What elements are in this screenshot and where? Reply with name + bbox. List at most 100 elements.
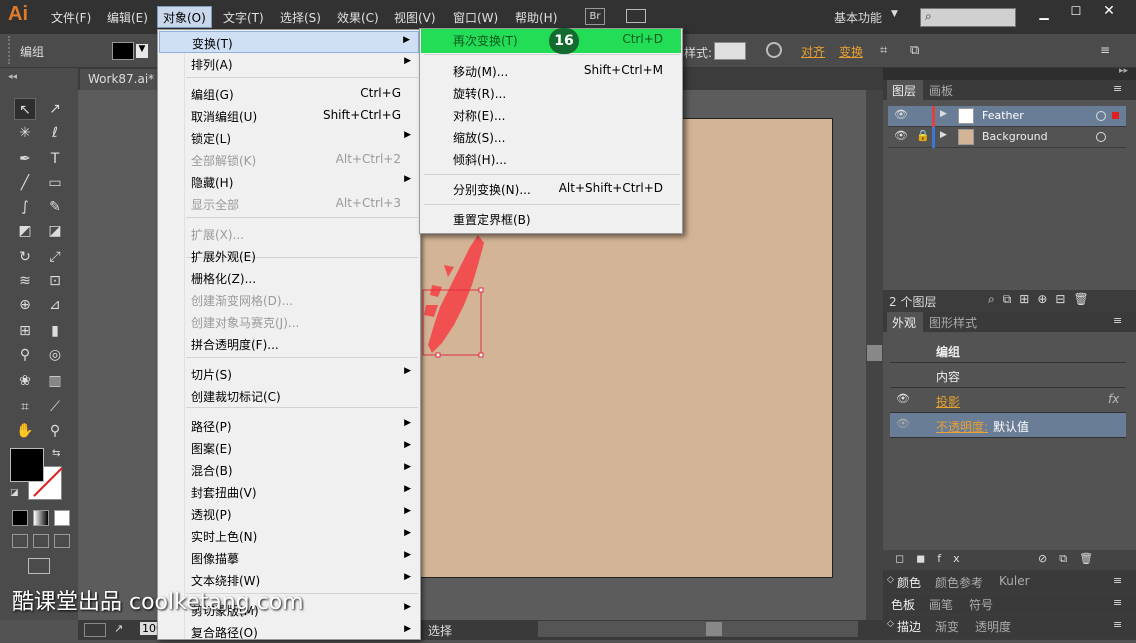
menu-edit[interactable]: 编辑(E) xyxy=(107,9,148,26)
mesh-tool-icon[interactable]: ⊞ xyxy=(14,320,36,342)
transform-submenu-item[interactable]: 缩放(S)... xyxy=(421,126,681,148)
selection-square-icon[interactable] xyxy=(1112,112,1119,119)
line-tool-icon[interactable]: ╱ xyxy=(14,172,36,194)
object-menu-item[interactable]: 创建裁切标记(C) xyxy=(159,385,419,407)
menu-select[interactable]: 选择(S) xyxy=(280,9,321,26)
eye-icon[interactable]: 👁 xyxy=(894,108,908,121)
screen-mode-icon[interactable] xyxy=(28,558,50,574)
close-button[interactable]: ✕ xyxy=(1096,3,1122,21)
drop-shadow-link[interactable]: 投影 xyxy=(936,393,960,410)
slice-tool-icon[interactable]: ⟋ xyxy=(44,396,66,418)
menu-type[interactable]: 文字(T) xyxy=(223,9,264,26)
rectangle-tool-icon[interactable]: ▭ xyxy=(44,172,66,194)
transform-link[interactable]: 变换 xyxy=(839,43,863,60)
eye-icon[interactable]: 👁 xyxy=(896,392,910,405)
opacity-link[interactable]: 不透明度: xyxy=(936,418,988,435)
menu-effect[interactable]: 效果(C) xyxy=(337,9,379,26)
style-dropdown[interactable] xyxy=(714,42,746,60)
layer-row-feather[interactable]: 👁 ▶ Feather xyxy=(888,106,1126,127)
object-menu-item[interactable]: 栅格化(Z)... xyxy=(159,267,419,289)
appearance-opacity-row[interactable]: 👁 不透明度: 默认值 xyxy=(890,413,1126,438)
none-mode-button[interactable] xyxy=(54,510,70,526)
eyedropper-tool-icon[interactable]: ⚲ xyxy=(14,344,36,366)
transform-submenu-item[interactable]: 重置定界框(B) xyxy=(421,208,681,230)
object-menu-item[interactable]: 排列(A) ▶ xyxy=(159,53,419,75)
object-menu-item[interactable]: 图案(E) ▶ xyxy=(159,437,419,459)
direct-selection-tool-icon[interactable]: ↗ xyxy=(44,98,66,120)
tab-appearance[interactable]: 外观 xyxy=(887,312,923,332)
transform-submenu-item[interactable]: 对称(E)... xyxy=(421,104,681,126)
shape-builder-tool-icon[interactable]: ⊕ xyxy=(14,294,36,316)
tab-color[interactable]: 颜色 xyxy=(897,574,921,591)
horizontal-scrollbar[interactable] xyxy=(538,621,858,637)
gradient-mode-button[interactable] xyxy=(33,510,49,526)
object-menu-item[interactable]: 取消编组(U) Shift+Ctrl+G xyxy=(159,105,419,127)
eraser-tool-icon[interactable]: ◪ xyxy=(44,220,66,242)
chevron-down-icon[interactable]: ▼ xyxy=(136,44,148,58)
bridge-button[interactable]: Br xyxy=(585,8,605,25)
share-icon[interactable]: ↗ xyxy=(114,622,123,635)
menu-file[interactable]: 文件(F) xyxy=(51,9,91,26)
tab-swatches[interactable]: 色板 xyxy=(891,596,915,613)
draw-inside-icon[interactable] xyxy=(54,534,70,548)
panel-menu-icon[interactable]: ≡ xyxy=(1100,43,1110,57)
lock-icon[interactable]: 🔒 xyxy=(916,129,930,142)
width-tool-icon[interactable]: ≋ xyxy=(14,270,36,292)
minimize-button[interactable]: ▁ xyxy=(1031,6,1057,24)
color-mode-button[interactable] xyxy=(12,510,28,526)
rotate-tool-icon[interactable]: ↻ xyxy=(14,246,36,268)
transform-submenu-item[interactable]: 旋转(R)... xyxy=(421,82,681,104)
column-graph-tool-icon[interactable]: ▥ xyxy=(44,370,66,392)
object-menu-item[interactable]: 锁定(L) ▶ xyxy=(159,127,419,149)
tab-symbols[interactable]: 符号 xyxy=(969,596,993,613)
arrange-documents-icon[interactable] xyxy=(626,9,646,23)
align-link[interactable]: 对齐 xyxy=(801,43,825,60)
gradient-tool-icon[interactable]: ▮ xyxy=(44,320,66,342)
document-tab[interactable]: Work87.ai* xyxy=(80,69,160,90)
appearance-clear-icons[interactable]: ⊘⧉🗑 xyxy=(1038,552,1105,566)
expand-triangle-icon[interactable]: ▶ xyxy=(940,109,947,119)
blend-tool-icon[interactable]: ◎ xyxy=(44,344,66,366)
target-circle-icon[interactable] xyxy=(1096,111,1106,121)
artboard-tool-icon[interactable]: ⌗ xyxy=(14,396,36,418)
appearance-contents-row[interactable]: 内容 xyxy=(890,363,1126,388)
tab-color-guide[interactable]: 颜色参考 xyxy=(935,574,983,591)
workspace-switcher[interactable]: 基本功能 xyxy=(834,9,882,26)
collapse-icon[interactable]: ◂◂ xyxy=(8,72,17,82)
layer-actions-icons[interactable]: ⌕⧉⊞⊕⊟🗑 xyxy=(988,292,1097,307)
default-colors-icon[interactable]: ◪ xyxy=(10,488,19,498)
perspective-grid-tool-icon[interactable]: ⊿ xyxy=(44,294,66,316)
object-menu-item[interactable]: 封套扭曲(V) ▶ xyxy=(159,481,419,503)
layer-name[interactable]: Background xyxy=(982,130,1048,143)
object-menu-item[interactable]: 拼合透明度(F)... xyxy=(159,333,419,355)
pencil-tool-icon[interactable]: ✎ xyxy=(44,196,66,218)
panel-menu-icon[interactable]: ≡ xyxy=(1113,618,1122,631)
swap-colors-icon[interactable]: ⇆ xyxy=(52,448,60,459)
panel-menu-icon[interactable]: ≡ xyxy=(1113,574,1122,587)
transform-submenu-item[interactable]: 倾斜(H)... xyxy=(421,148,681,170)
eye-icon[interactable]: 👁 xyxy=(896,417,910,430)
maximize-button[interactable]: ☐ xyxy=(1063,4,1089,22)
appearance-actions-icons[interactable]: ◻◼fx xyxy=(895,552,972,565)
object-menu-item[interactable]: 实时上色(N) ▶ xyxy=(159,525,419,547)
menu-view[interactable]: 视图(V) xyxy=(394,9,436,26)
expand-triangle-icon[interactable]: ▶ xyxy=(940,130,947,140)
transform-submenu-item[interactable]: 分别变换(N)... Alt+Shift+Ctrl+D xyxy=(421,178,681,200)
zoom-tool-icon[interactable]: ⚲ xyxy=(44,420,66,442)
object-menu-item[interactable]: 透视(P) ▶ xyxy=(159,503,419,525)
tab-layers[interactable]: 图层 xyxy=(887,80,923,100)
expand-icon[interactable]: ▸▸ xyxy=(1119,66,1128,76)
type-tool-icon[interactable]: T xyxy=(44,148,66,170)
fill-swatch[interactable] xyxy=(112,42,134,60)
object-menu-item[interactable]: 混合(B) ▶ xyxy=(159,459,419,481)
magic-wand-tool-icon[interactable]: ✳ xyxy=(14,122,36,144)
tab-transparency[interactable]: 透明度 xyxy=(975,618,1011,635)
object-menu-item[interactable]: 图像描摹 ▶ xyxy=(159,547,419,569)
arrange-icon[interactable]: ⧉ xyxy=(910,43,919,58)
eye-icon[interactable]: 👁 xyxy=(894,129,908,142)
layer-row-background[interactable]: 👁 🔒 ▶ Background xyxy=(888,127,1126,148)
horizontal-scroll-thumb[interactable] xyxy=(706,622,722,636)
tab-artboards[interactable]: 画板 xyxy=(929,82,953,99)
layer-name[interactable]: Feather xyxy=(982,109,1024,122)
feather-artwork[interactable] xyxy=(420,225,490,365)
